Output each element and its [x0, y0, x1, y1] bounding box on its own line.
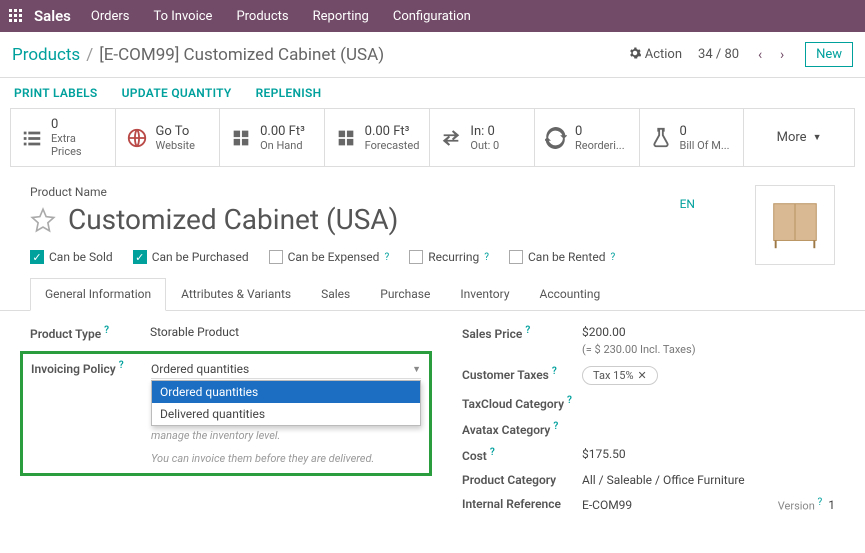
invoice-hint: You can invoice them before they are del… [151, 452, 421, 465]
globe-icon [126, 127, 148, 149]
lang-badge[interactable]: EN [680, 197, 695, 211]
avatax-label: Avatax Category ? [462, 421, 582, 437]
nav-to-invoice[interactable]: To Invoice [153, 9, 212, 24]
internal-ref-value[interactable]: E-COM99 [582, 498, 632, 512]
product-name[interactable]: Customized Cabinet (USA) [68, 203, 398, 236]
new-button[interactable]: New [805, 42, 853, 67]
list-icon [21, 127, 43, 149]
tab-general-information[interactable]: General Information [30, 278, 166, 311]
stat-bom[interactable]: 0Bill Of M... [640, 109, 745, 166]
app-title: Sales [34, 7, 71, 25]
form-tabs: General Information Attributes & Variant… [0, 278, 865, 311]
version-label: Version ? [778, 497, 823, 513]
check-can-be-rented[interactable]: Can be Rented? [509, 250, 615, 264]
update-quantity-button[interactable]: UPDATE QUANTITY [122, 86, 232, 100]
stat-website[interactable]: Go ToWebsite [116, 109, 221, 166]
boxes-icon [335, 127, 357, 149]
nav-orders[interactable]: Orders [91, 9, 130, 24]
breadcrumb-separator: / [86, 45, 93, 65]
pager-next[interactable]: › [771, 44, 793, 66]
breadcrumb-parent[interactable]: Products [12, 45, 80, 65]
stat-reorder[interactable]: 0Reorderi... [535, 109, 640, 166]
tab-inventory[interactable]: Inventory [445, 278, 524, 310]
chevron-down-icon: ▼ [412, 364, 421, 375]
tax-tag[interactable]: Tax 15% ✕ [582, 366, 658, 385]
invoicing-policy-dropdown: Ordered quantities Delivered quantities [151, 380, 421, 426]
pager-prev[interactable]: ‹ [749, 44, 771, 66]
check-recurring[interactable]: Recurring? [409, 250, 489, 264]
stat-in-out[interactable]: In: 0Out: 0 [430, 109, 535, 166]
sales-price-label: Sales Price ? [462, 325, 582, 356]
customer-taxes-label: Customer Taxes ? [462, 366, 582, 385]
tab-attributes-variants[interactable]: Attributes & Variants [166, 278, 306, 310]
product-type-label: Product Type ? [30, 325, 150, 341]
avatax-value[interactable] [582, 421, 835, 437]
nav-configuration[interactable]: Configuration [393, 9, 471, 24]
stat-extra-prices[interactable]: 0Extra Prices [11, 109, 116, 166]
nav-reporting[interactable]: Reporting [313, 9, 369, 24]
invoicing-policy-select[interactable]: Ordered quantities▼ [151, 360, 421, 379]
flask-icon [650, 127, 672, 149]
boxes-icon [230, 127, 252, 149]
tab-accounting[interactable]: Accounting [525, 278, 616, 310]
close-icon[interactable]: ✕ [638, 369, 647, 382]
product-image[interactable] [755, 185, 835, 265]
breadcrumb-current: [E-COM99] Customized Cabinet (USA) [99, 45, 384, 65]
incl-taxes: (= $ 230.00 Incl. Taxes) [582, 343, 835, 356]
check-can-be-expensed[interactable]: Can be Expensed? [269, 250, 390, 264]
stat-more[interactable]: More▼ [744, 109, 854, 166]
sales-price-value[interactable]: $200.00 [582, 325, 835, 339]
cabinet-illustration [766, 196, 824, 254]
tab-purchase[interactable]: Purchase [365, 278, 445, 310]
version-value[interactable]: 1 [828, 498, 835, 512]
stat-buttons: 0Extra Prices Go ToWebsite 0.00 Ft³On Ha… [10, 108, 855, 167]
product-name-label: Product Name [30, 185, 835, 199]
print-labels-button[interactable]: PRINT LABELS [14, 86, 98, 100]
stat-forecasted[interactable]: 0.00 Ft³Forecasted [325, 109, 431, 166]
apps-icon[interactable] [8, 8, 24, 24]
product-category-value[interactable]: All / Saleable / Office Furniture [582, 473, 835, 487]
inventory-hint: manage the inventory level. [151, 429, 421, 442]
taxcloud-value[interactable] [582, 395, 835, 411]
invoicing-policy-highlight: Invoicing Policy ? Ordered quantities▼ O… [20, 351, 432, 476]
option-ordered-quantities[interactable]: Ordered quantities [152, 381, 420, 403]
cost-value[interactable]: $175.50 [582, 447, 835, 463]
taxcloud-label: TaxCloud Category ? [462, 395, 582, 411]
check-can-be-purchased[interactable]: ✓Can be Purchased [133, 250, 249, 264]
action-menu[interactable]: Action [629, 47, 682, 62]
invoicing-policy-label: Invoicing Policy ? [31, 360, 151, 465]
check-can-be-sold[interactable]: ✓Can be Sold [30, 250, 113, 264]
stat-on-hand[interactable]: 0.00 Ft³On Hand [220, 109, 325, 166]
nav-products[interactable]: Products [236, 9, 288, 24]
replenish-button[interactable]: REPLENISH [256, 86, 322, 100]
internal-ref-label: Internal Reference [462, 497, 582, 513]
product-flags: ✓Can be Sold ✓Can be Purchased Can be Ex… [30, 250, 835, 264]
product-category-label: Product Category [462, 473, 582, 487]
tab-sales[interactable]: Sales [306, 278, 365, 310]
option-delivered-quantities[interactable]: Delivered quantities [152, 403, 420, 425]
cost-label: Cost ? [462, 447, 582, 463]
gear-icon [629, 47, 641, 59]
refresh-icon [545, 127, 567, 149]
product-type-value[interactable]: Storable Product [150, 325, 422, 341]
pager-count: 34 / 80 [698, 47, 739, 62]
transfer-icon [440, 127, 462, 149]
favorite-star-icon[interactable] [30, 207, 56, 233]
